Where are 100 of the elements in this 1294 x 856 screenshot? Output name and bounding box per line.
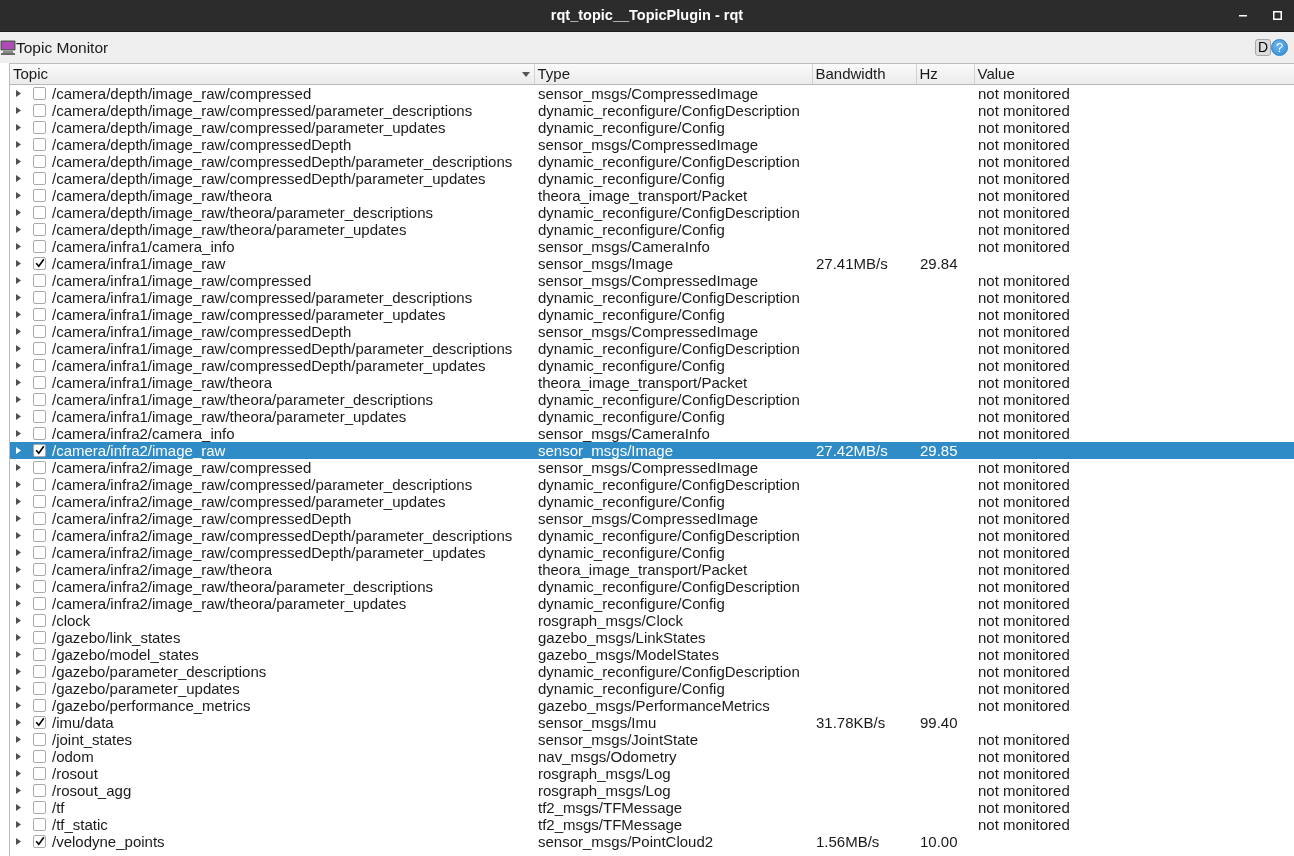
checkbox[interactable] <box>33 477 46 491</box>
checkbox[interactable] <box>33 596 46 610</box>
expand-arrow-icon[interactable] <box>16 361 21 369</box>
column-header[interactable]: Value <box>974 64 1294 84</box>
checkbox[interactable] <box>33 256 46 270</box>
expand-arrow-icon[interactable] <box>16 480 21 488</box>
table-row[interactable]: /camera/infra2/image_raw/compressedDepth/parameter_updates dynamic_reconfigure/Config not monitored <box>10 543 1294 561</box>
table-row[interactable]: /camera/infra2/image_raw/theora theora_image_transport/Packet not monitored <box>10 560 1294 578</box>
checkbox[interactable] <box>33 222 46 236</box>
table-row[interactable]: /camera/infra2/camera_info sensor_msgs/CameraInfo not monitored <box>10 424 1294 442</box>
checkbox[interactable] <box>33 409 46 423</box>
checkbox[interactable] <box>33 443 46 457</box>
column-header[interactable]: Hz <box>916 64 974 84</box>
table-row[interactable]: /camera/infra2/image_raw/theora/parameter_updates dynamic_reconfigure/Config not monitored <box>10 594 1294 612</box>
expand-arrow-icon[interactable] <box>16 310 21 318</box>
checkbox[interactable] <box>33 426 46 440</box>
table-row[interactable]: /camera/infra1/image_raw/theora theora_image_transport/Packet not monitored <box>10 373 1294 391</box>
table-row[interactable]: /camera/infra1/image_raw/compressed sensor_msgs/CompressedImage not monitored <box>10 271 1294 289</box>
column-header[interactable]: Bandwidth <box>812 64 916 84</box>
table-row[interactable]: /camera/infra2/image_raw sensor_msgs/Image 27.42MB/s 29.85 <box>10 441 1294 459</box>
expand-arrow-icon[interactable] <box>16 684 21 692</box>
table-row[interactable]: /camera/infra1/camera_info sensor_msgs/CameraInfo not monitored <box>10 237 1294 255</box>
expand-arrow-icon[interactable] <box>16 327 21 335</box>
checkbox[interactable] <box>33 511 46 525</box>
column-header[interactable]: Type <box>534 64 812 84</box>
expand-arrow-icon[interactable] <box>16 242 21 250</box>
checkbox[interactable] <box>33 324 46 338</box>
checkbox[interactable] <box>33 783 46 797</box>
checkbox[interactable] <box>33 358 46 372</box>
table-row[interactable]: /camera/infra1/image_raw/theora/parameter_updates dynamic_reconfigure/Config not monitored <box>10 407 1294 425</box>
checkbox[interactable] <box>33 290 46 304</box>
table-row[interactable]: /camera/infra2/image_raw/compressed/parameter_descriptions dynamic_reconfigure/ConfigDescription not monitored <box>10 475 1294 493</box>
table-row[interactable]: /camera/depth/image_raw/compressed/parameter_descriptions dynamic_reconfigure/ConfigDescription not monitored <box>10 101 1294 119</box>
expand-arrow-icon[interactable] <box>16 820 21 828</box>
table-row[interactable]: /camera/depth/image_raw/theora/parameter_descriptions dynamic_reconfigure/ConfigDescription not monitored <box>10 203 1294 221</box>
checkbox[interactable] <box>33 307 46 321</box>
table-row[interactable]: /camera/infra1/image_raw/compressedDepth sensor_msgs/CompressedImage not monitored <box>10 322 1294 340</box>
table-row[interactable]: /camera/infra2/image_raw/compressedDepth/parameter_descriptions dynamic_reconfigure/ConfigDescription not monitored <box>10 526 1294 544</box>
expand-arrow-icon[interactable] <box>16 293 21 301</box>
table-row[interactable]: /gazebo/model_states gazebo_msgs/ModelStates not monitored <box>10 645 1294 663</box>
table-row[interactable]: /clock rosgraph_msgs/Clock not monitored <box>10 611 1294 629</box>
checkbox[interactable] <box>33 273 46 287</box>
checkbox[interactable] <box>33 171 46 185</box>
expand-arrow-icon[interactable] <box>16 752 21 760</box>
expand-arrow-icon[interactable] <box>16 616 21 624</box>
checkbox[interactable] <box>33 698 46 712</box>
expand-arrow-icon[interactable] <box>16 718 21 726</box>
checkbox[interactable] <box>33 800 46 814</box>
table-row[interactable]: /camera/infra1/image_raw/theora/parameter_descriptions dynamic_reconfigure/ConfigDescription not monitored <box>10 390 1294 408</box>
checkbox[interactable] <box>33 715 46 729</box>
table-row[interactable]: /camera/infra2/image_raw/compressed/parameter_updates dynamic_reconfigure/Config not monitored <box>10 492 1294 510</box>
expand-arrow-icon[interactable] <box>16 395 21 403</box>
checkbox[interactable] <box>33 681 46 695</box>
expand-arrow-icon[interactable] <box>16 565 21 573</box>
table-row[interactable]: /camera/depth/image_raw/compressedDepth/parameter_descriptions dynamic_reconfigure/ConfigDescription not monitored <box>10 152 1294 170</box>
checkbox[interactable] <box>33 205 46 219</box>
table-row[interactable]: /tf_static tf2_msgs/TFMessage not monitored <box>10 815 1294 833</box>
checkbox[interactable] <box>33 834 46 848</box>
checkbox[interactable] <box>33 749 46 763</box>
expand-arrow-icon[interactable] <box>16 174 21 182</box>
checkbox[interactable] <box>33 766 46 780</box>
expand-arrow-icon[interactable] <box>16 378 21 386</box>
checkbox[interactable] <box>33 732 46 746</box>
expand-arrow-icon[interactable] <box>16 463 21 471</box>
checkbox[interactable] <box>33 120 46 134</box>
checkbox[interactable] <box>33 239 46 253</box>
checkbox[interactable] <box>33 86 46 100</box>
checkbox[interactable] <box>33 460 46 474</box>
table-row[interactable]: /odom nav_msgs/Odometry not monitored <box>10 747 1294 765</box>
table-row[interactable]: /camera/infra1/image_raw/compressedDepth/parameter_updates dynamic_reconfigure/Config not monitored <box>10 356 1294 374</box>
table-row[interactable]: /camera/depth/image_raw/compressedDepth sensor_msgs/CompressedImage not monitored <box>10 135 1294 153</box>
checkbox[interactable] <box>33 494 46 508</box>
expand-arrow-icon[interactable] <box>16 446 21 454</box>
expand-arrow-icon[interactable] <box>16 106 21 114</box>
checkbox[interactable] <box>33 817 46 831</box>
table-row[interactable]: /camera/depth/image_raw/theora/parameter_updates dynamic_reconfigure/Config not monitored <box>10 220 1294 238</box>
checkbox[interactable] <box>33 188 46 202</box>
table-row[interactable]: /gazebo/parameter_updates dynamic_reconfigure/Config not monitored <box>10 679 1294 697</box>
table-row[interactable]: /imu/data sensor_msgs/Imu 31.78KB/s 99.40 <box>10 713 1294 731</box>
expand-arrow-icon[interactable] <box>16 140 21 148</box>
checkbox[interactable] <box>33 103 46 117</box>
table-row[interactable]: /joint_states sensor_msgs/JointState not monitored <box>10 730 1294 748</box>
checkbox[interactable] <box>33 528 46 542</box>
checkbox[interactable] <box>33 375 46 389</box>
expand-arrow-icon[interactable] <box>16 259 21 267</box>
expand-arrow-icon[interactable] <box>16 191 21 199</box>
table-row[interactable]: /camera/depth/image_raw/theora theora_image_transport/Packet not monitored <box>10 186 1294 204</box>
expand-arrow-icon[interactable] <box>16 514 21 522</box>
checkbox[interactable] <box>33 545 46 559</box>
expand-arrow-icon[interactable] <box>16 803 21 811</box>
expand-arrow-icon[interactable] <box>16 157 21 165</box>
expand-arrow-icon[interactable] <box>16 599 21 607</box>
column-header[interactable]: Topic <box>10 64 534 84</box>
expand-arrow-icon[interactable] <box>16 667 21 675</box>
table-row[interactable]: /camera/infra1/image_raw/compressed/parameter_updates dynamic_reconfigure/Config not monitored <box>10 305 1294 323</box>
checkbox[interactable] <box>33 392 46 406</box>
toolbar-button[interactable]: D <box>1255 39 1271 56</box>
expand-arrow-icon[interactable] <box>16 786 21 794</box>
expand-arrow-icon[interactable] <box>16 735 21 743</box>
expand-arrow-icon[interactable] <box>16 429 21 437</box>
